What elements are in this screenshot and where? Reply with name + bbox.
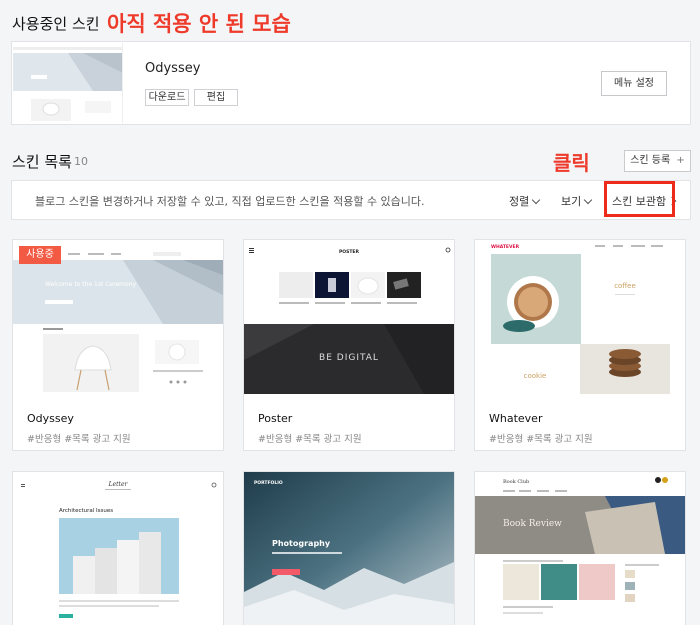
thumb-caption: Architectural Issues (59, 508, 113, 514)
chevron-down-icon (584, 195, 593, 205)
skin-card-odyssey[interactable]: Welcome to the 1st Ceremony 사용중 Odyssey … (12, 239, 224, 451)
current-skin-thumbnail (13, 43, 123, 123)
menu-settings-button[interactable]: 메뉴 설정 (601, 71, 667, 96)
skin-card-poster[interactable]: POSTER BE DIGITAL Poster #반응형 #목록 광고 지원 (243, 239, 455, 451)
skin-count: 10 (74, 155, 88, 168)
skin-thumbnail: WHATEVER coffee cookie (475, 240, 685, 394)
skin-thumbnail: Letter Architectural Issues (13, 472, 223, 625)
current-skin-heading: 사용중인 스킨 (12, 15, 100, 33)
annotation-not-applied: 아직 적용 안 된 모습 (107, 12, 291, 36)
skin-thumbnail: Book Club Book Review (475, 472, 685, 625)
in-use-badge: 사용중 (19, 246, 61, 264)
thumb-header: Book Club (503, 479, 529, 485)
thumb-header: POSTER (339, 249, 360, 255)
chevron-down-icon (532, 195, 541, 205)
thumb-caption-2: cookie (524, 372, 547, 380)
thumb-caption: BE DIGITAL (319, 353, 379, 363)
current-skin-card: Odyssey 다운로드 편집 메뉴 설정 (11, 41, 691, 125)
skin-card-letter[interactable]: Letter Architectural Issues (12, 471, 224, 625)
skin-tags: #반응형 #목록 광고 지원 (258, 434, 362, 445)
skin-card-portfolio[interactable]: PORTFOLIO Photography (243, 471, 455, 625)
thumb-header: WHATEVER (491, 244, 520, 250)
current-skin-name: Odyssey (145, 61, 201, 76)
skin-thumbnail: Welcome to the 1st Ceremony 사용중 (13, 240, 223, 394)
sort-dropdown[interactable]: 정렬 (509, 193, 541, 209)
view-dropdown[interactable]: 보기 (561, 193, 593, 209)
thumb-caption: Book Review (503, 519, 562, 529)
skin-tags: #반응형 #목록 광고 지원 (27, 434, 131, 445)
skin-thumbnail: PORTFOLIO Photography (244, 472, 454, 625)
skin-name: Poster (258, 412, 293, 425)
skin-name: Odyssey (27, 412, 74, 425)
plus-icon: + (676, 155, 685, 166)
thumb-caption: Welcome to the 1st Ceremony (45, 281, 136, 288)
skin-thumbnail: POSTER BE DIGITAL (244, 240, 454, 394)
register-skin-button[interactable]: 스킨 등록 + (624, 150, 691, 172)
skin-list-heading: 스킨 목록 (12, 153, 72, 171)
skin-card-book-club[interactable]: Book Club Book Review (474, 471, 686, 625)
register-skin-label: 스킨 등록 (630, 155, 671, 166)
skin-name: Whatever (489, 412, 543, 425)
highlight-box (604, 181, 675, 217)
skin-info-bar: 블로그 스킨을 변경하거나 저장할 수 있고, 직접 업로드한 스킨을 적용할 … (11, 180, 691, 220)
thumb-header: PORTFOLIO (254, 480, 283, 486)
sort-label: 정렬 (509, 195, 530, 208)
info-text: 블로그 스킨을 변경하거나 저장할 수 있고, 직접 업로드한 스킨을 적용할 … (35, 195, 425, 208)
skin-card-whatever[interactable]: WHATEVER coffee cookie Whatever #반응형 #목록… (474, 239, 686, 451)
thumb-caption: coffee (614, 282, 636, 290)
view-label: 보기 (561, 195, 582, 208)
skin-tags: #반응형 #목록 광고 지원 (489, 434, 593, 445)
annotation-click: 클릭 (553, 151, 590, 175)
download-button[interactable]: 다운로드 (145, 89, 189, 106)
thumb-header: Letter (108, 481, 129, 488)
edit-button[interactable]: 편집 (194, 89, 238, 106)
thumb-caption: Photography (272, 539, 331, 548)
